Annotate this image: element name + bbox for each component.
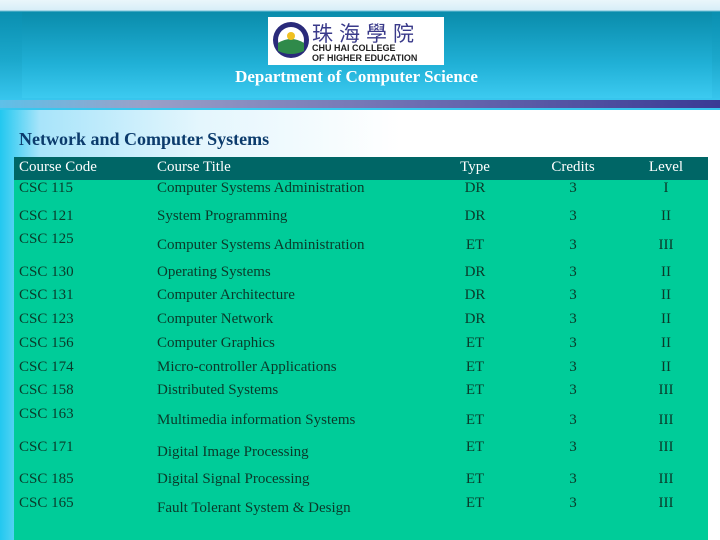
course-code: CSC 185 (19, 471, 74, 487)
course-level: II (661, 287, 671, 303)
course-level: II (661, 264, 671, 280)
col-course-title: Course Title (157, 159, 231, 175)
course-credits: 3 (569, 335, 577, 351)
course-type: DR (464, 311, 486, 327)
course-credits: 3 (569, 471, 577, 487)
course-table: Course Code Course Title Type Credits Le… (14, 157, 708, 540)
course-code: CSC 174 (19, 359, 74, 375)
course-level: III (658, 237, 674, 253)
course-type: ET (465, 439, 485, 455)
course-title: Distributed Systems (157, 382, 279, 398)
department-title: Department of Computer Science (235, 67, 478, 86)
course-title: Computer Systems Administration (157, 237, 365, 253)
course-title: Multimedia information Systems (157, 412, 356, 428)
course-type: DR (464, 180, 486, 196)
col-course-code: Course Code (19, 159, 97, 175)
logo-english-1: CHU HAI COLLEGE (312, 43, 396, 53)
course-code: CSC 125 (19, 231, 74, 247)
course-code: CSC 165 (19, 495, 74, 511)
course-title: Computer Systems Administration (157, 180, 365, 196)
course-type: ET (465, 237, 485, 253)
course-level: II (661, 311, 671, 327)
course-level: II (661, 359, 671, 375)
course-type: ET (465, 335, 485, 351)
course-code: CSC 130 (19, 264, 74, 280)
course-title: Digital Signal Processing (157, 471, 310, 487)
course-level: III (658, 471, 674, 487)
course-title: System Programming (157, 208, 288, 224)
course-code: CSC 156 (19, 335, 74, 351)
course-credits: 3 (569, 237, 577, 253)
course-credits: 3 (569, 382, 577, 398)
section-title: Network and Computer Systems (19, 129, 270, 149)
col-credits: Credits (551, 159, 595, 175)
course-title: Computer Graphics (157, 335, 275, 351)
course-code: CSC 121 (19, 208, 74, 224)
course-title: Digital Image Processing (157, 444, 309, 460)
course-type: ET (465, 359, 485, 375)
course-credits: 3 (569, 412, 577, 428)
course-credits: 3 (569, 264, 577, 280)
course-credits: 3 (569, 287, 577, 303)
course-credits: 3 (569, 311, 577, 327)
col-level: Level (648, 159, 684, 175)
course-code: CSC 163 (19, 406, 74, 422)
course-type: DR (464, 208, 486, 224)
course-type: ET (465, 382, 485, 398)
course-level: II (661, 335, 671, 351)
course-credits: 3 (569, 208, 577, 224)
col-type: Type (460, 159, 490, 175)
course-credits: 3 (569, 180, 577, 196)
course-type: ET (465, 471, 485, 487)
divider-stripe (0, 100, 720, 108)
course-title: Computer Network (157, 311, 274, 327)
course-title: Computer Architecture (157, 287, 295, 303)
course-type: ET (465, 412, 485, 428)
course-code: CSC 115 (19, 180, 74, 196)
course-level: III (658, 382, 674, 398)
course-credits: 3 (569, 359, 577, 375)
course-code: CSC 131 (19, 287, 74, 303)
course-title: Operating Systems (157, 264, 271, 280)
course-level: III (658, 412, 674, 428)
course-level: III (658, 439, 674, 455)
course-type: DR (464, 264, 486, 280)
course-level: III (658, 495, 674, 511)
college-logo: 珠海學院 CHU HAI COLLEGE OF HIGHER EDUCATION (268, 17, 444, 65)
course-credits: 3 (569, 495, 577, 511)
course-title: Fault Tolerant System & Design (157, 500, 351, 516)
course-code: CSC 158 (19, 382, 74, 398)
course-credits: 3 (569, 439, 577, 455)
course-type: ET (465, 495, 485, 511)
logo-english-2: OF HIGHER EDUCATION (312, 53, 418, 63)
course-code: CSC 123 (19, 311, 74, 327)
course-title: Micro-controller Applications (157, 359, 337, 375)
course-level: II (661, 208, 671, 224)
table-header: Course Code Course Title Type Credits Le… (14, 157, 708, 180)
college-emblem-icon (273, 22, 309, 58)
course-type: DR (464, 287, 486, 303)
course-code: CSC 171 (19, 439, 74, 455)
course-level: I (663, 180, 669, 196)
